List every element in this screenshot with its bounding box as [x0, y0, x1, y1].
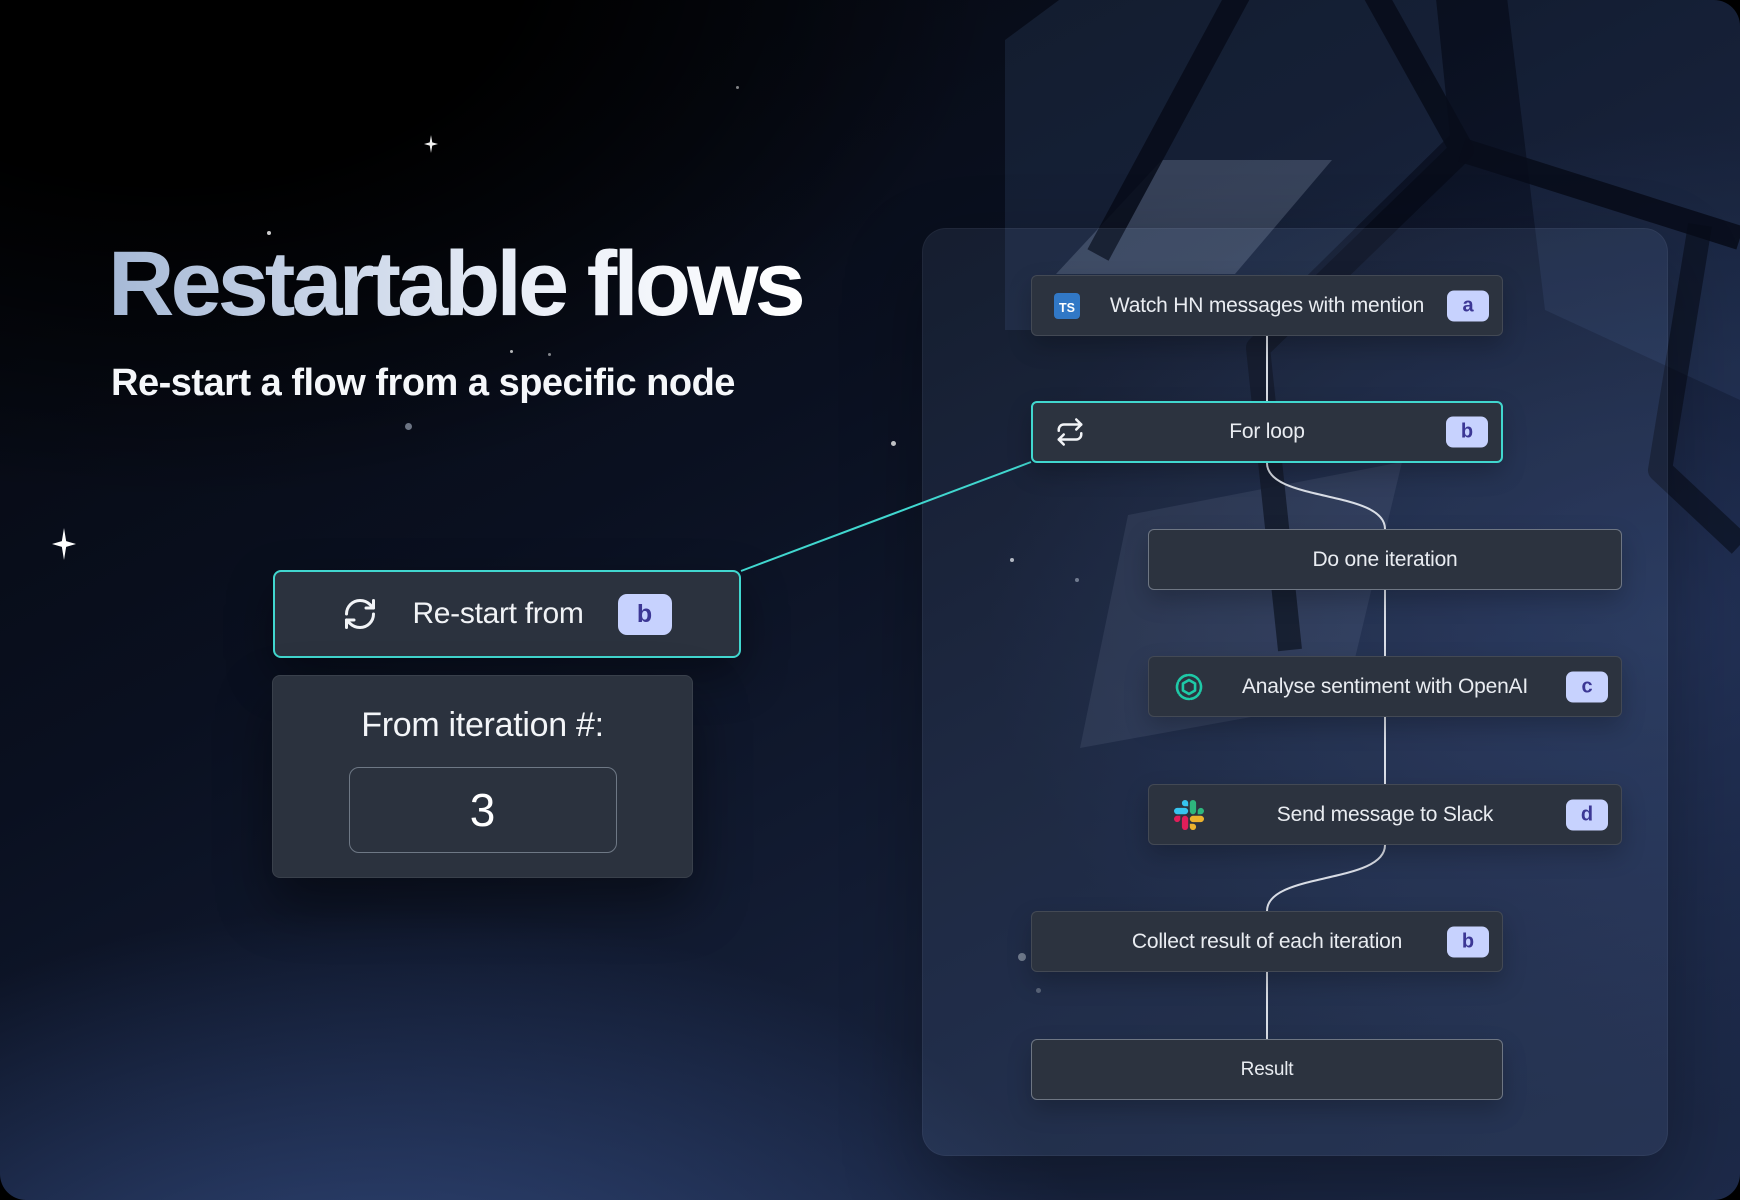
flow-node-collect-result[interactable]: Collect result of each iteration b: [1031, 911, 1503, 972]
restart-from-label: Re-start from: [412, 597, 583, 631]
sparkle-star-small: [424, 135, 438, 153]
node-step-badge: d: [1566, 799, 1608, 830]
iteration-label: From iteration #:: [361, 706, 603, 745]
node-label: For loop: [1033, 403, 1501, 461]
sparkle-star: [52, 528, 76, 560]
page-title: Restartable flows: [108, 238, 802, 330]
node-step-badge: c: [1566, 671, 1608, 702]
node-label: Send message to Slack: [1149, 785, 1621, 844]
page-subtitle: Re-start a flow from a specific node: [111, 362, 735, 405]
star-dot: [510, 350, 513, 353]
iteration-card: From iteration #:: [272, 675, 693, 878]
node-label: Result: [1032, 1040, 1502, 1099]
flow-node-for-loop[interactable]: For loop b: [1031, 401, 1503, 463]
node-step-badge: a: [1447, 290, 1489, 321]
star-dot: [891, 441, 896, 446]
star-dot: [548, 353, 551, 356]
node-label: Collect result of each iteration: [1032, 912, 1502, 971]
node-label: Do one iteration: [1149, 530, 1621, 589]
node-label: Watch HN messages with mention: [1032, 276, 1502, 335]
restart-from-button[interactable]: Re-start from b: [273, 570, 741, 658]
page-background: Restartable flows Re-start a flow from a…: [0, 0, 1740, 1200]
flow-node-analyse-sentiment[interactable]: Analyse sentiment with OpenAI c: [1148, 656, 1622, 717]
star-dot: [405, 423, 412, 430]
flow-node-do-one-iteration[interactable]: Do one iteration: [1148, 529, 1622, 590]
flow-node-send-slack[interactable]: Send message to Slack d: [1148, 784, 1622, 845]
restart-icon: [342, 596, 378, 632]
node-step-badge: b: [1447, 926, 1489, 957]
node-label: Analyse sentiment with OpenAI: [1149, 657, 1621, 716]
node-step-badge: b: [1446, 417, 1488, 448]
iteration-number-input[interactable]: [349, 767, 617, 853]
flow-node-watch-hn[interactable]: TS Watch HN messages with mention a: [1031, 275, 1503, 336]
restart-step-badge: b: [618, 594, 672, 635]
flow-node-result[interactable]: Result: [1031, 1039, 1503, 1100]
star-dot: [736, 86, 739, 89]
